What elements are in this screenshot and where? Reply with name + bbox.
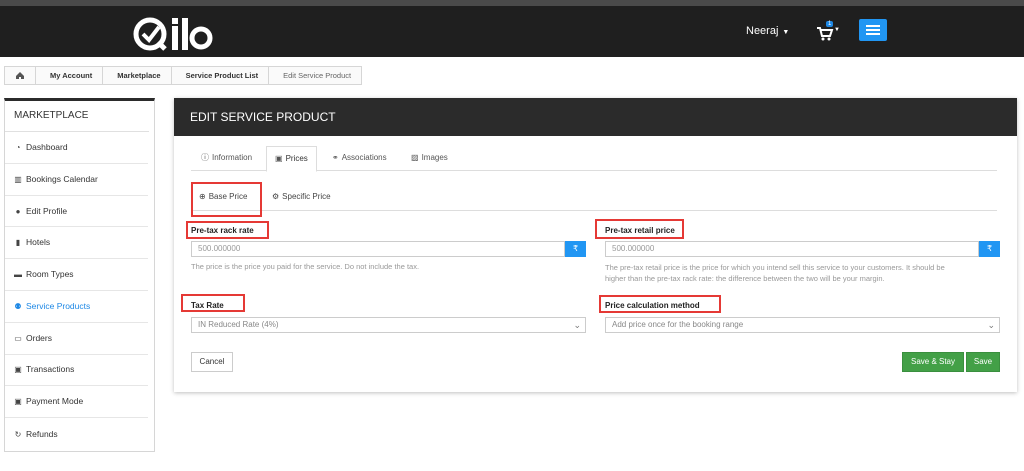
price-subtabs: ⊕ Base Price ⚙ Specific Price (191, 182, 997, 211)
breadcrumb: My Account Marketplace Service Product L… (4, 66, 363, 85)
tab-label: Information (212, 153, 253, 162)
rupee-icon: ₹ (979, 241, 1000, 257)
money-icon: ▣ (14, 397, 22, 407)
sidebar-item-label: Dashboard (26, 141, 68, 152)
rack-rate-help: The price is the price you paid for the … (191, 262, 420, 271)
product-tabs: ⓘ Information ▣ Prices ⚭ Associations ▨ Imag… (191, 146, 997, 172)
sidebar-item-label: Hotels (26, 237, 51, 248)
link-icon: ⚭ (332, 153, 339, 162)
cart-count-badge: 1 (826, 21, 834, 27)
home-icon (16, 72, 24, 79)
rack-rate-input[interactable]: 500.000000 (191, 241, 565, 257)
sidebar-item-payment-mode[interactable]: ▣ Payment Mode (5, 386, 148, 419)
sidebar-item-label: Transactions (26, 364, 75, 375)
retail-price-help-line2: higher than the pre-tax rack rate: the d… (605, 274, 885, 283)
rack-rate-label: Pre-tax rack rate (191, 226, 254, 235)
sidebar-item-room-types[interactable]: ▬ Room Types (5, 259, 148, 291)
user-name: Neeraj (746, 25, 779, 37)
users-icon: ⚉ (14, 301, 22, 311)
sidebar-item-refunds[interactable]: ↻ Refunds (5, 418, 148, 450)
bed-icon: ▬ (14, 270, 22, 280)
breadcrumb-home[interactable] (5, 67, 36, 84)
subtab-label: Specific Price (282, 192, 331, 201)
highlight-box (191, 182, 262, 217)
breadcrumb-current: Edit Service Product (283, 71, 352, 80)
tax-rate-selected: IN Reduced Rate (4%) (198, 320, 279, 329)
save-and-stay-button[interactable]: Save & Stay (902, 352, 964, 372)
sidebar-item-label: Orders (26, 332, 52, 343)
cancel-button[interactable]: Cancel (191, 352, 233, 372)
sidebar-item-hotels[interactable]: ▮ Hotels (5, 227, 148, 260)
info-icon: ⓘ (201, 153, 209, 162)
calc-method-select[interactable]: Add price once for the booking range ⌄ (605, 317, 1000, 333)
credit-card-icon: ▭ (14, 333, 22, 343)
breadcrumb-marketplace[interactable]: Marketplace (103, 67, 172, 84)
save-button[interactable]: Save (966, 352, 1000, 372)
chevron-down-icon: ⌄ (573, 320, 581, 330)
tab-information[interactable]: ⓘ Information (193, 146, 260, 171)
sidebar-title: MARKETPLACE (5, 101, 149, 132)
retail-price-help-line1: The pre-tax retail price is the price fo… (605, 263, 945, 272)
bar-chart-icon: ▥ (14, 174, 22, 184)
caret-down-icon: ▼ (782, 29, 790, 36)
calc-method-label: Price calculation method (605, 301, 700, 310)
sidebar-item-label: Room Types (26, 269, 74, 280)
hamburger-menu-button[interactable] (859, 19, 887, 41)
tab-label: Images (421, 153, 448, 162)
top-navbar: Neeraj ▼ 1 ▼ (0, 6, 1024, 57)
sidebar-item-dashboard[interactable]: ◔ Dashboard (5, 132, 148, 164)
sidebar-item-label: Refunds (26, 428, 58, 439)
sidebar-item-label: Bookings Calendar (26, 173, 98, 184)
dashboard-icon: ◔ (15, 142, 21, 152)
refresh-icon: ↻ (14, 429, 22, 439)
panel-title: EDIT SERVICE PRODUCT (174, 98, 1017, 136)
breadcrumb-my-account[interactable]: My Account (36, 67, 104, 84)
tab-label: Associations (341, 153, 387, 162)
calc-method-selected: Add price once for the booking range (612, 320, 744, 329)
money-icon: ▣ (14, 365, 22, 375)
breadcrumb-service-product-list[interactable]: Service Product List (172, 67, 270, 84)
tax-rate-label: Tax Rate (191, 301, 224, 310)
tab-label: Prices (285, 154, 308, 163)
sidebar-item-bookings-calendar[interactable]: ▥ Bookings Calendar (5, 164, 148, 196)
rupee-icon: ₹ (565, 241, 586, 257)
sidebar-item-label: Service Products (26, 300, 91, 311)
tax-rate-select[interactable]: IN Reduced Rate (4%) ⌄ (191, 317, 586, 333)
sidebar-item-transactions[interactable]: ▣ Transactions (5, 355, 148, 387)
sidebar-item-service-products[interactable]: ⚉ Service Products (5, 291, 148, 323)
tab-prices[interactable]: ▣ Prices (266, 146, 317, 172)
caret-down-icon: ▼ (834, 27, 840, 33)
cart-button[interactable]: 1 ▼ (816, 21, 840, 43)
sidebar-item-edit-profile[interactable]: ● Edit Profile (5, 196, 148, 228)
image-icon: ▨ (411, 153, 419, 162)
tab-associations[interactable]: ⚭ Associations (324, 146, 395, 171)
subtab-specific-price[interactable]: ⚙ Specific Price (272, 182, 331, 211)
building-icon: ▮ (15, 238, 21, 248)
sidebar-item-label: Edit Profile (26, 205, 68, 216)
sidebar: MARKETPLACE ◔ Dashboard ▥ Bookings Calenda… (4, 98, 155, 452)
sidebar-item-label: Payment Mode (26, 396, 84, 407)
tab-images[interactable]: ▨ Images (403, 146, 456, 171)
retail-price-label: Pre-tax retail price (605, 226, 675, 235)
cart-icon (817, 27, 834, 41)
chevron-down-icon: ⌄ (987, 320, 995, 330)
user-menu[interactable]: Neeraj ▼ (746, 25, 789, 37)
sidebar-item-orders[interactable]: ▭ Orders (5, 323, 148, 355)
edit-service-product-panel: EDIT SERVICE PRODUCT ⓘ Information ▣ Price… (174, 98, 1017, 392)
qlo-logo[interactable] (132, 14, 214, 54)
cogs-icon: ⚙ (272, 192, 280, 201)
retail-price-input[interactable]: 500.000000 (605, 241, 979, 257)
money-icon: ▣ (275, 154, 283, 163)
user-icon: ● (15, 206, 21, 216)
